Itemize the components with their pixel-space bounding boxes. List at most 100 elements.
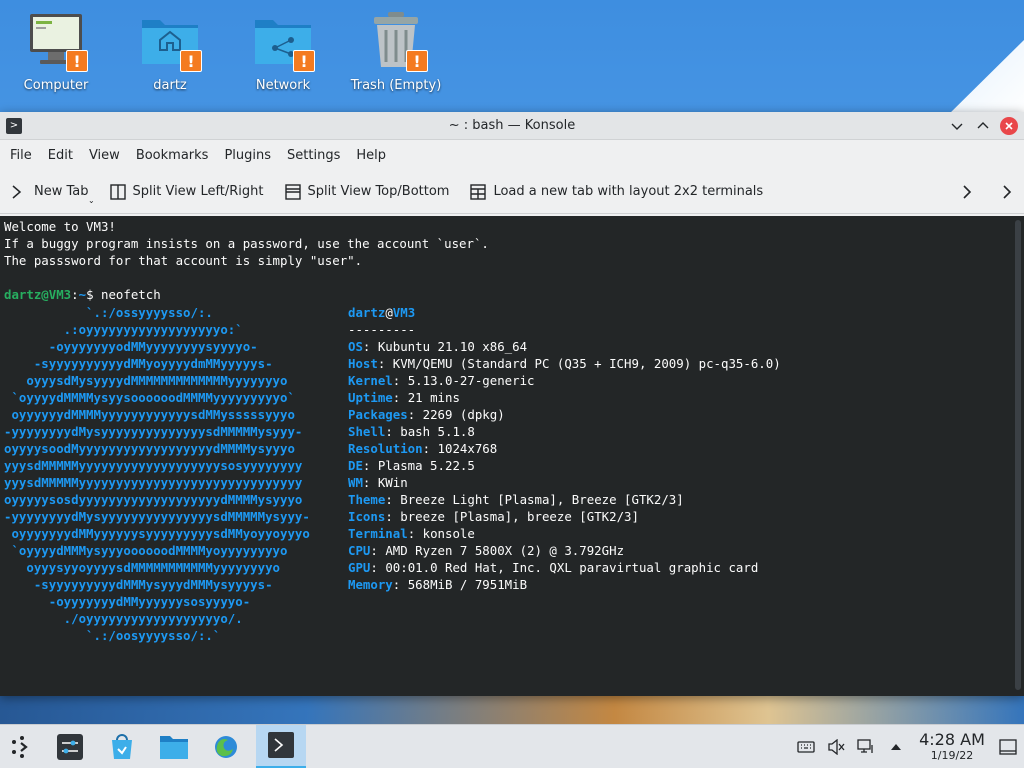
terminal-view[interactable]: Welcome to VM3! If a buggy program insis…: [0, 216, 1024, 696]
window-title: ~ : bash — Konsole: [448, 118, 576, 133]
menu-file[interactable]: File: [2, 140, 40, 170]
neofetch-logo-line: oyyysdMysyyyydMMMMMMMMMMMMMyyyyyyyo: [4, 373, 288, 388]
konsole-window: > ~ : bash — Konsole File Edit View Book…: [0, 112, 1024, 696]
neofetch-field: Icons: breeze [Plasma], breeze [GTK2/3]: [348, 508, 781, 525]
neofetch-field-value: 00:01.0 Red Hat, Inc. QXL paravirtual gr…: [385, 560, 759, 575]
menu-edit[interactable]: Edit: [40, 140, 81, 170]
split-top-bottom-button[interactable]: Split View Top/Bottom: [274, 170, 460, 213]
taskbar-konsole[interactable]: [256, 724, 306, 768]
app-launcher-button[interactable]: [0, 725, 44, 768]
neofetch-field-value: 1024x768: [437, 441, 498, 456]
new-tab-icon: [12, 184, 22, 199]
neofetch-field-key: Icons: [348, 509, 386, 524]
neofetch-logo-line: `oyyyydMMMysyyyoooooodMMMMyoyyyyyyyyo: [4, 543, 288, 558]
neofetch-field-sep: :: [385, 424, 401, 439]
desktop-icon-label: Computer: [23, 78, 89, 93]
chevron-down-icon: ⌄: [88, 196, 95, 205]
taskbar-dolphin[interactable]: [152, 725, 196, 768]
volume-tray-button[interactable]: [826, 737, 846, 757]
neofetch-logo-line: yyysdMMMMMyyyyyyyyyyyyyyyyyyyyyyyyyyyyyy: [4, 475, 303, 490]
volume-muted-icon: [828, 738, 845, 755]
neofetch-logo-line: oyyyysoodMyyyyyyyyyyyyyyyyyydMMMMysyyyo: [4, 441, 295, 456]
close-icon: [1005, 121, 1013, 130]
menu-plugins[interactable]: Plugins: [216, 140, 279, 170]
warning-badge: !: [406, 50, 428, 72]
discover-icon: [112, 733, 132, 759]
menu-help[interactable]: Help: [348, 140, 394, 170]
neofetch-field-value: 2269 (dpkg): [422, 407, 505, 422]
neofetch-field-value: konsole: [422, 526, 475, 541]
new-tab-button[interactable]: New Tab ⌄: [0, 170, 99, 213]
neofetch-divider: ---------: [348, 322, 416, 337]
neofetch-logo-line: oyyyyysosdyyyyyyyyyyyyyyyyyyydMMMMysyyyo: [4, 492, 303, 507]
neofetch-fields: OS: Kubuntu 21.10 x86_64 Host: KVM/QEMU (…: [348, 338, 781, 593]
neofetch-field-sep: :: [392, 390, 408, 405]
desktop-icon-network[interactable]: ! Network: [233, 8, 333, 93]
terminal-scrollbar[interactable]: [1015, 220, 1021, 690]
neofetch-logo-line: -yyyyyyyydMysyyyyyyyyyyyyyysdMMMMMysyyy-: [4, 424, 303, 439]
network-tray-button[interactable]: [856, 737, 876, 757]
neofetch-field-key: DE: [348, 458, 363, 473]
command-line: dartz@VM3:~$ neofetch: [4, 286, 1020, 303]
taskbar-discover[interactable]: [100, 725, 144, 768]
terminal-line: Welcome to VM3!: [4, 219, 116, 234]
menu-bookmarks[interactable]: Bookmarks: [128, 140, 217, 170]
neofetch-field: Theme: Breeze Light [Plasma], Breeze [GT…: [348, 491, 781, 508]
chevron-down-icon: [951, 123, 963, 130]
window-controls: [948, 116, 1024, 135]
dolphin-icon: [160, 735, 188, 759]
neofetch-field-key: Kernel: [348, 373, 393, 388]
desktop-icon-home[interactable]: ! dartz: [120, 8, 220, 93]
network-icon: [857, 738, 873, 753]
neofetch-field-value: AMD Ryzen 7 5800X (2) @ 3.792GHz: [385, 543, 625, 558]
neofetch-logo-line: `.:/oosyyyysso/:.`: [4, 628, 221, 643]
digital-clock[interactable]: 4:28 AM 1/19/22: [916, 731, 988, 763]
taskbar-firefox[interactable]: [204, 725, 248, 768]
desktop-icon-trash[interactable]: ! Trash (Empty): [346, 8, 446, 93]
toolbar-scroll-button[interactable]: [952, 177, 982, 207]
neofetch-field: WM: KWin: [348, 474, 781, 491]
neofetch-field-key: Theme: [348, 492, 386, 507]
neofetch-field-sep: :: [392, 577, 408, 592]
toolbar-overflow-button[interactable]: [992, 177, 1022, 207]
expand-tray-button[interactable]: [886, 737, 906, 757]
neofetch-field: Host: KVM/QEMU (Standard PC (Q35 + ICH9,…: [348, 355, 781, 372]
neofetch-host: VM3: [392, 305, 416, 320]
neofetch-field: GPU: 00:01.0 Red Hat, Inc. QXL paravirtu…: [348, 559, 781, 576]
neofetch-field-value: bash 5.1.8: [400, 424, 475, 439]
desktop-icon-computer[interactable]: ! Computer: [6, 8, 106, 93]
neofetch-field-key: Memory: [348, 577, 393, 592]
neofetch-logo-line: -yyyyyyyydMysyyyyyyyyyyyyyyysdMMMMMysyyy…: [4, 509, 310, 524]
menu-settings[interactable]: Settings: [279, 140, 348, 170]
neofetch-field-value: breeze [Plasma], breeze [GTK2/3]: [400, 509, 639, 524]
show-desktop-button[interactable]: [998, 737, 1018, 757]
minimize-button[interactable]: [948, 117, 966, 135]
neofetch-logo-line: ./oyyyyyyyyyyyyyyyyyyo/.: [4, 611, 243, 626]
maximize-button[interactable]: [974, 117, 992, 135]
keyboard-tray-button[interactable]: [796, 737, 816, 757]
clock-date: 1/19/22: [930, 749, 974, 762]
menu-view[interactable]: View: [81, 140, 128, 170]
neofetch-field-key: OS: [348, 339, 363, 354]
firefox-icon: [215, 735, 237, 758]
load-layout-button[interactable]: Load a new tab with layout 2x2 terminals: [459, 170, 773, 213]
desktop-icon-label: dartz: [153, 78, 187, 93]
neofetch-logo-line: oyyyyyydMMMMyyyyyyyyyyyysdMMysssssyyyo: [4, 407, 295, 422]
taskbar-system-settings[interactable]: [48, 725, 92, 768]
neofetch-field: Uptime: 21 mins: [348, 389, 781, 406]
window-titlebar[interactable]: > ~ : bash — Konsole: [0, 112, 1024, 140]
neofetch-field-sep: :: [362, 339, 378, 354]
split-left-right-button[interactable]: Split View Left/Right: [99, 170, 274, 213]
terminal-line: If a buggy program insists on a password…: [4, 236, 489, 251]
split-left-right-label: Split View Left/Right: [132, 184, 264, 199]
neofetch-field-sep: :: [392, 373, 408, 388]
neofetch-field-sep: :: [422, 441, 438, 456]
close-button[interactable]: [1000, 116, 1018, 135]
split-top-bottom-label: Split View Top/Bottom: [307, 184, 450, 199]
konsole-icon[interactable]: >: [6, 117, 22, 134]
konsole-icon: [268, 732, 294, 758]
neofetch-field: Resolution: 1024x768: [348, 440, 781, 457]
neofetch-field-value: Kubuntu 21.10 x86_64: [377, 339, 528, 354]
neofetch-field-value: 568MiB / 7951MiB: [407, 577, 528, 592]
neofetch-field-key: GPU: [348, 560, 371, 575]
